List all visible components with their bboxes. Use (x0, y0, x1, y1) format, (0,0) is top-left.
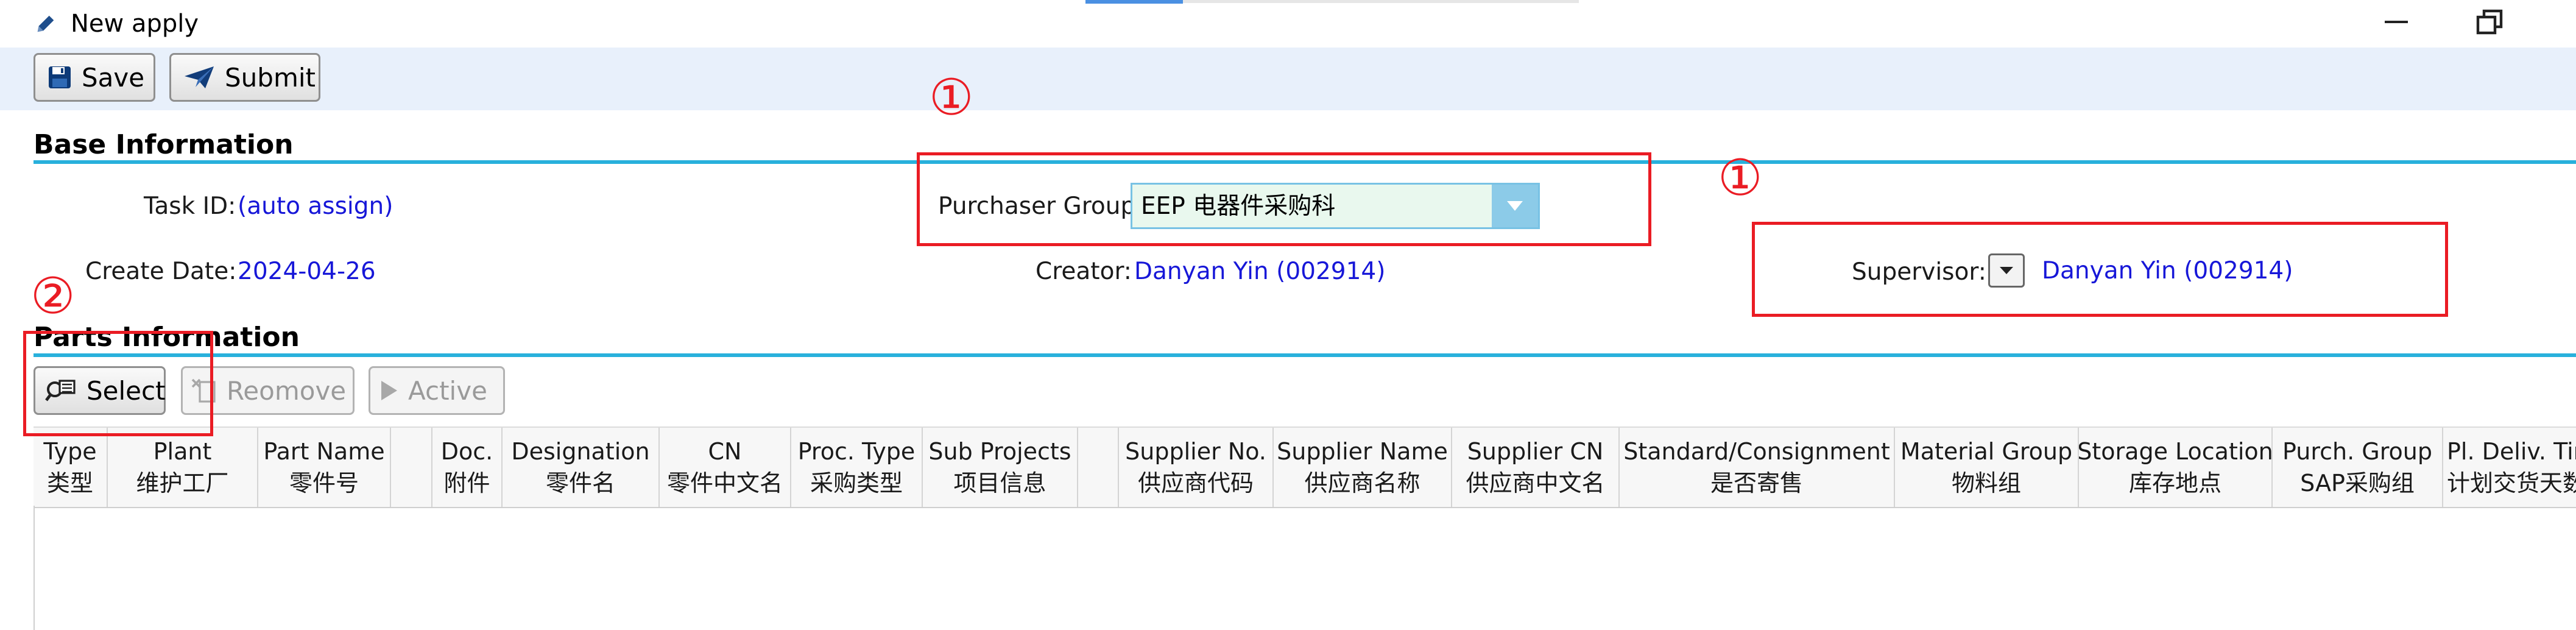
column-header-doc[interactable]: Doc. 附件 (432, 428, 503, 507)
create-date-value: 2024-04-26 (238, 258, 376, 285)
tab-strip (1183, 0, 1579, 3)
column-header-pl-deliv-time[interactable]: Pl. Deliv. Time计划交货天数 (2443, 428, 2576, 507)
save-button[interactable]: Save (34, 53, 155, 102)
creator-label: Creator: (1036, 258, 1132, 285)
column-header-designation[interactable]: Designation 零件名 (503, 428, 660, 507)
creator-value: Danyan Yin (002914) (1134, 258, 1386, 285)
title-bar (0, 0, 2576, 48)
annotation-box-select (23, 331, 213, 436)
active-button[interactable]: Active (369, 366, 505, 415)
annotation-marker-2: ② (30, 267, 76, 325)
remove-label: Reomove (227, 375, 347, 406)
restore-button[interactable] (2473, 7, 2507, 37)
column-header-part-name[interactable]: Part Name 零件号 (258, 428, 391, 507)
parts-table-body (34, 506, 35, 630)
annotation-marker-1a: ① (929, 69, 974, 127)
column-header-proc-type[interactable]: Proc. Type 采购类型 (791, 428, 923, 507)
toolbar (0, 48, 2576, 110)
paper-plane-icon (185, 66, 214, 88)
column-header-sub-projects[interactable]: Sub Projects 项目信息 (923, 428, 1078, 507)
create-date-label: Create Date: (85, 258, 237, 285)
parts-information-rule (34, 353, 2576, 357)
task-id-value: (auto assign) (238, 193, 393, 220)
annotation-marker-1b: ① (1718, 149, 1763, 207)
minimize-icon (2385, 21, 2408, 23)
column-header-cn[interactable]: CN 零件中文名 (660, 428, 791, 507)
active-label: Active (408, 375, 487, 406)
column-header-purch-group[interactable]: Purch. Group SAP采购组 (2273, 428, 2443, 507)
save-label: Save (82, 62, 145, 93)
window-title: New apply (71, 10, 199, 38)
column-header-type[interactable]: Type 类型 (34, 428, 108, 507)
submit-label: Submit (225, 62, 316, 93)
annotation-box-purchaser-group (917, 152, 1651, 246)
floppy-disk-icon (49, 66, 71, 88)
column-header-material-group[interactable]: Material Group 物料组 (1895, 428, 2079, 507)
annotation-box-supervisor (1752, 222, 2448, 317)
base-information-title: Base Information (34, 129, 294, 160)
column-header-plant[interactable]: Plant 维护工厂 (108, 428, 258, 507)
play-icon (381, 381, 397, 400)
column-header-blank-1[interactable] (391, 428, 432, 507)
column-header-storage-location[interactable]: Storage Location 库存地点 (2079, 428, 2273, 507)
parts-table-header: Type 类型 Plant 维护工厂 Part Name 零件号 Doc. 附件 Des… (34, 426, 2576, 508)
active-tab-indicator[interactable] (1085, 0, 1183, 4)
pencil-icon (37, 15, 54, 32)
minimize-button[interactable] (2379, 9, 2413, 35)
task-id-label: Task ID: (144, 193, 236, 220)
column-header-supplier-no[interactable]: Supplier No. 供应商代码 (1119, 428, 1274, 507)
submit-button[interactable]: Submit (169, 53, 320, 102)
column-header-supplier-cn[interactable]: Supplier CN 供应商中文名 (1452, 428, 1620, 507)
column-header-blank-2[interactable] (1078, 428, 1119, 507)
column-header-supplier-name[interactable]: Supplier Name 供应商名称 (1274, 428, 1452, 507)
column-header-standard-consignment[interactable]: Standard/Consignment 是否寄售 (1620, 428, 1895, 507)
